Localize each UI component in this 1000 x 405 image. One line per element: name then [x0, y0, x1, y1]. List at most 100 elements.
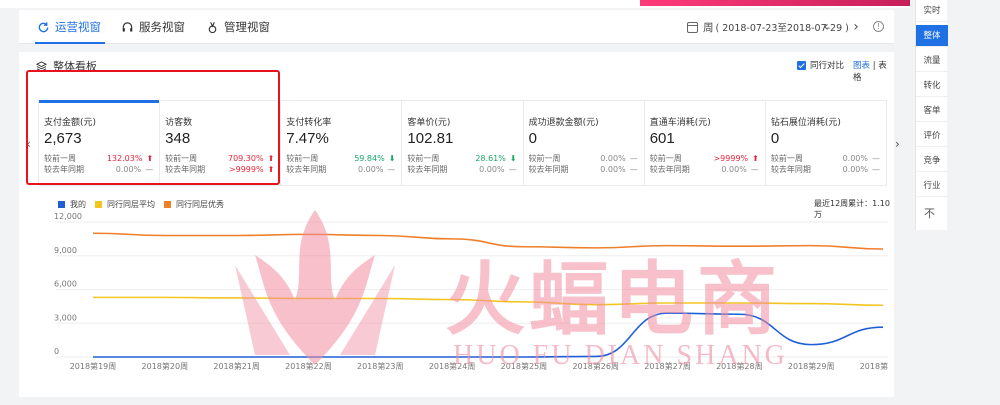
trend-down-icon: ⬇ — [509, 154, 517, 163]
top-strip — [0, 0, 910, 8]
metric-card[interactable]: 支付转化率 7.47% 较前一周 59.84% ⬇ 较去年同期 0.00% — — [281, 101, 403, 185]
scroll-right-icon[interactable]: › — [895, 137, 900, 151]
back-to-top-button[interactable]: 不 — [924, 205, 935, 221]
legend-label: 同行同层优秀 — [176, 200, 224, 209]
metric-name: 支付转化率 — [286, 118, 332, 128]
legend-item-mine[interactable]: 我的 — [58, 199, 86, 210]
compare-label: 较前一周 — [286, 154, 319, 163]
sidebar-item[interactable]: 整体 — [916, 25, 948, 47]
x-tick-label: 2018第20周 — [142, 361, 189, 371]
prev-period-button[interactable]: ‹ — [818, 19, 834, 35]
sidebar-item[interactable]: 评价 — [916, 125, 948, 147]
compare-label: 较去年同期 — [407, 165, 448, 174]
metric-compare-week: 较前一周 59.84% ⬇ — [286, 153, 395, 164]
highlight-box — [26, 70, 280, 185]
metric-value: 0 — [770, 130, 780, 147]
x-tick-label: 2018第29周 — [788, 361, 835, 371]
checkbox-checked-icon[interactable] — [797, 60, 806, 70]
info-icon[interactable]: ! — [873, 21, 884, 32]
headset-icon — [122, 21, 133, 32]
y-tick-label: 3,000 — [54, 313, 77, 322]
x-tick-label: 2018第23周 — [357, 361, 404, 371]
trend-flat-icon: — — [629, 154, 638, 163]
tab-label: 运营视窗 — [55, 20, 101, 34]
compare-label: 较前一周 — [528, 154, 561, 163]
x-tick-label: 2018第22周 — [285, 361, 332, 371]
view-chart-link[interactable]: 图表 — [853, 61, 870, 71]
promo-banner[interactable] — [640, 0, 910, 6]
trend-up-icon: ⬆ — [752, 154, 759, 163]
tab-management[interactable]: 管理视窗 — [206, 10, 270, 44]
metric-card[interactable]: 直通车消耗(元) 601 较前一周 >9999% ⬆ 较去年同期 0.00% — — [645, 101, 766, 185]
x-tick-label: 2018第30周 — [860, 361, 888, 371]
tab-label: 服务视窗 — [139, 20, 185, 34]
metric-compare-year: 较去年同期 0.00% — — [286, 164, 395, 175]
legend-swatch — [95, 201, 102, 208]
trend-flat-icon: — — [387, 165, 396, 174]
metric-name: 直通车消耗(元) — [649, 118, 711, 128]
compare-value: 28.61% — [475, 154, 506, 163]
x-tick-label: 2018第21周 — [213, 361, 260, 371]
y-tick-label: 9,000 — [54, 246, 77, 255]
metric-compare-year: 较去年同期 0.00% — — [771, 164, 880, 175]
sidebar-item[interactable]: 流量 — [916, 50, 948, 72]
legend-swatch — [58, 201, 65, 208]
calendar-icon — [687, 21, 698, 33]
compare-label: 较去年同期 — [770, 165, 811, 174]
series-line-0[interactable] — [93, 312, 884, 358]
legend-item-peer-excellent[interactable]: 同行同层优秀 — [164, 199, 224, 210]
trend-flat-icon: — — [629, 165, 638, 174]
compare-value: 0.00% — [358, 165, 384, 174]
right-sidebar: 不 实时整体流量转化客单评价竞争行业 — [915, 0, 948, 230]
x-tick-label: 2018第28周 — [716, 361, 763, 371]
trend-flat-icon: — — [750, 165, 759, 174]
y-tick-label: 0 — [54, 347, 59, 356]
metric-compare-week: 较前一周 0.00% — — [771, 153, 880, 164]
x-tick-label: 2018第27周 — [644, 361, 691, 371]
metric-value: 102.81 — [407, 130, 454, 147]
trend-down-icon: ⬇ — [388, 154, 396, 163]
metric-card[interactable]: 钻石展位消耗(元) 0 较前一周 0.00% — 较去年同期 0.00% — — [766, 101, 886, 185]
compare-value: 0.00% — [721, 165, 747, 174]
medal-icon — [208, 21, 217, 33]
next-period-button[interactable]: › — [848, 19, 864, 35]
view-switch: 图表 | 表格 — [853, 59, 894, 83]
period-type: 周 — [703, 21, 714, 34]
series-line-1[interactable] — [92, 296, 884, 307]
sidebar-item[interactable]: 客单 — [916, 100, 948, 122]
legend-item-peer-average[interactable]: 同行同层平均 — [95, 199, 155, 210]
chart-legend: 我的 同行同层平均 同行同层优秀 — [58, 199, 233, 210]
compare-value: 59.84% — [354, 154, 385, 163]
compare-label: 较前一周 — [407, 154, 440, 163]
sidebar-item[interactable]: 转化 — [916, 75, 948, 97]
x-tick-label: 2018第19周 — [70, 361, 117, 371]
metric-value: 7.47% — [286, 130, 329, 147]
y-tick-label: 6,000 — [54, 280, 77, 289]
metric-card[interactable]: 成功退款金额(元) 0 较前一周 0.00% — 较去年同期 0.00% — — [524, 101, 645, 185]
y-tick-label: 12,000 — [54, 212, 82, 221]
compare-value: 0.00% — [842, 165, 868, 174]
compare-value: >9999% — [713, 154, 749, 163]
peer-compare-toggle[interactable]: 同行对比 — [797, 59, 844, 71]
metric-compare-week: 较前一周 28.61% ⬇ — [407, 153, 516, 164]
metric-name: 客单价(元) — [407, 118, 451, 128]
x-tick-label: 2018第25周 — [501, 361, 548, 371]
series-line-2[interactable] — [92, 232, 884, 250]
metric-compare-year: 较去年同期 0.00% — — [650, 164, 759, 175]
metric-name: 钻石展位消耗(元) — [770, 118, 841, 128]
sidebar-item[interactable]: 行业 — [916, 175, 948, 197]
view-separator: | — [872, 61, 876, 71]
tab-operations[interactable]: 运营视窗 — [35, 10, 105, 44]
metric-compare-year: 较去年同期 0.00% — — [407, 164, 516, 175]
sidebar-item[interactable]: 竞争 — [916, 150, 948, 172]
legend-label: 我的 — [70, 200, 86, 209]
compare-value: 0.00% — [600, 165, 626, 174]
sidebar-item[interactable]: 实时 — [916, 0, 948, 22]
metric-name: 成功退款金额(元) — [528, 118, 599, 128]
compare-label: 较去年同期 — [649, 165, 690, 174]
x-tick-label: 2018第26周 — [572, 361, 619, 371]
metric-card[interactable]: 客单价(元) 102.81 较前一周 28.61% ⬇ 较去年同期 0.00% — — [402, 101, 524, 185]
tab-service[interactable]: 服务视窗 — [121, 10, 185, 44]
peer-compare-label: 同行对比 — [810, 61, 845, 71]
tab-label: 管理视窗 — [224, 20, 270, 34]
